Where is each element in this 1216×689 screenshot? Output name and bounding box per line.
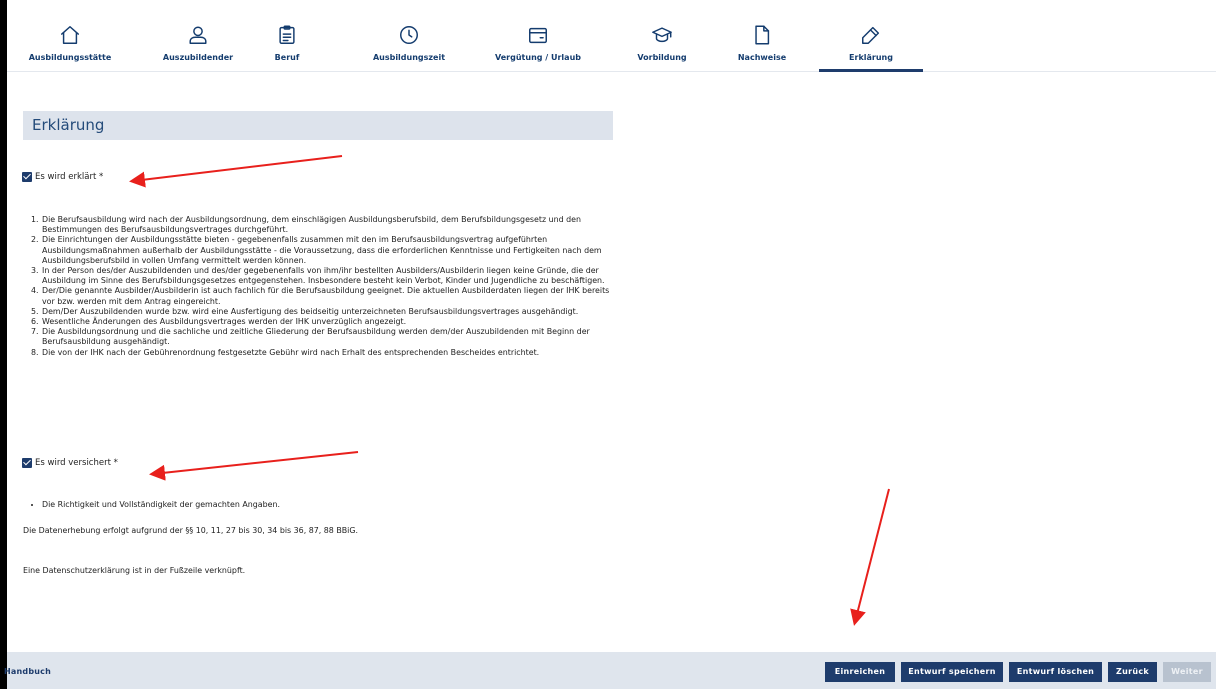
assurance-list: Die Richtigkeit und Vollständigkeit der … [23, 500, 280, 509]
legal-basis-note: Die Datenerhebung erfolgt aufgrund der §… [23, 526, 358, 535]
handbook-link[interactable]: Handbuch [4, 667, 51, 676]
checkbox-checked-icon[interactable] [22, 172, 32, 182]
assurance-item: Die Richtigkeit und Vollständigkeit der … [42, 500, 280, 509]
declaration-checkbox-label: Es wird erklärt * [35, 172, 104, 182]
wallet-icon [486, 22, 590, 48]
step-label: Ausbildungszeit [372, 53, 446, 62]
privacy-note: Eine Datenschutzerklärung ist in der Fuß… [23, 566, 246, 575]
step-label: Beruf [274, 53, 300, 62]
step-ausbildungsstaette[interactable]: Ausbildungsstätte [18, 0, 122, 72]
step-nachweise[interactable]: Nachweise [710, 0, 814, 72]
submit-button[interactable]: Einreichen [825, 662, 895, 682]
back-button[interactable]: Zurück [1108, 662, 1157, 682]
declaration-item: Dem/Der Auszubildenden wurde bzw. wird e… [41, 307, 623, 317]
save-draft-button[interactable]: Entwurf speichern [901, 662, 1003, 682]
section-title: Erklärung [32, 116, 105, 134]
declaration-item: Die Ausbildungsordnung und die sachliche… [41, 327, 623, 347]
declaration-list: Die Berufsausbildung wird nach der Ausbi… [23, 215, 623, 358]
step-label: Vorbildung [637, 53, 687, 62]
declaration-item: Die Berufsausbildung wird nach der Ausbi… [41, 215, 623, 235]
footer-bar: Handbuch Einreichen Entwurf speichern En… [4, 652, 1216, 689]
clipboard-icon [235, 22, 339, 48]
step-label: Erklärung [849, 53, 893, 62]
step-beruf[interactable]: Beruf [235, 0, 339, 72]
delete-draft-button[interactable]: Entwurf löschen [1009, 662, 1102, 682]
assurance-checkbox-label: Es wird versichert * [35, 458, 118, 468]
next-button: Weiter [1163, 662, 1211, 682]
declaration-item: Die von der IHK nach der Gebührenordnung… [41, 348, 623, 358]
step-label: Ausbildungsstätte [28, 53, 112, 62]
pen-icon [819, 22, 923, 48]
step-navigation: Ausbildungsstätte Auszubildender Beruf A… [7, 0, 1216, 72]
step-verguetung-urlaub[interactable]: Vergütung / Urlaub [486, 0, 590, 72]
home-icon [18, 22, 122, 48]
section-header: Erklärung [23, 111, 613, 140]
step-erklaerung[interactable]: Erklärung [819, 0, 923, 72]
clock-icon [357, 22, 461, 48]
declaration-checkbox[interactable]: Es wird erklärt * [22, 172, 103, 182]
checkbox-checked-icon[interactable] [22, 458, 32, 468]
graduation-cap-icon [610, 22, 714, 48]
step-ausbildungszeit[interactable]: Ausbildungszeit [357, 0, 461, 72]
step-vorbildung[interactable]: Vorbildung [610, 0, 714, 72]
declaration-item: In der Person des/der Auszubildenden und… [41, 266, 623, 286]
application-frame: Ausbildungsstätte Auszubildender Beruf A… [4, 0, 1216, 689]
declaration-item: Wesentliche Änderungen des Ausbildungsve… [41, 317, 623, 327]
step-label: Nachweise [737, 53, 787, 62]
declaration-item: Die Einrichtungen der Ausbildungsstätte … [41, 235, 623, 266]
step-label: Vergütung / Urlaub [495, 53, 581, 62]
assurance-checkbox[interactable]: Es wird versichert * [22, 458, 118, 468]
document-icon [710, 22, 814, 48]
declaration-item: Der/Die genannte Ausbilder/Ausbilderin i… [41, 286, 623, 306]
